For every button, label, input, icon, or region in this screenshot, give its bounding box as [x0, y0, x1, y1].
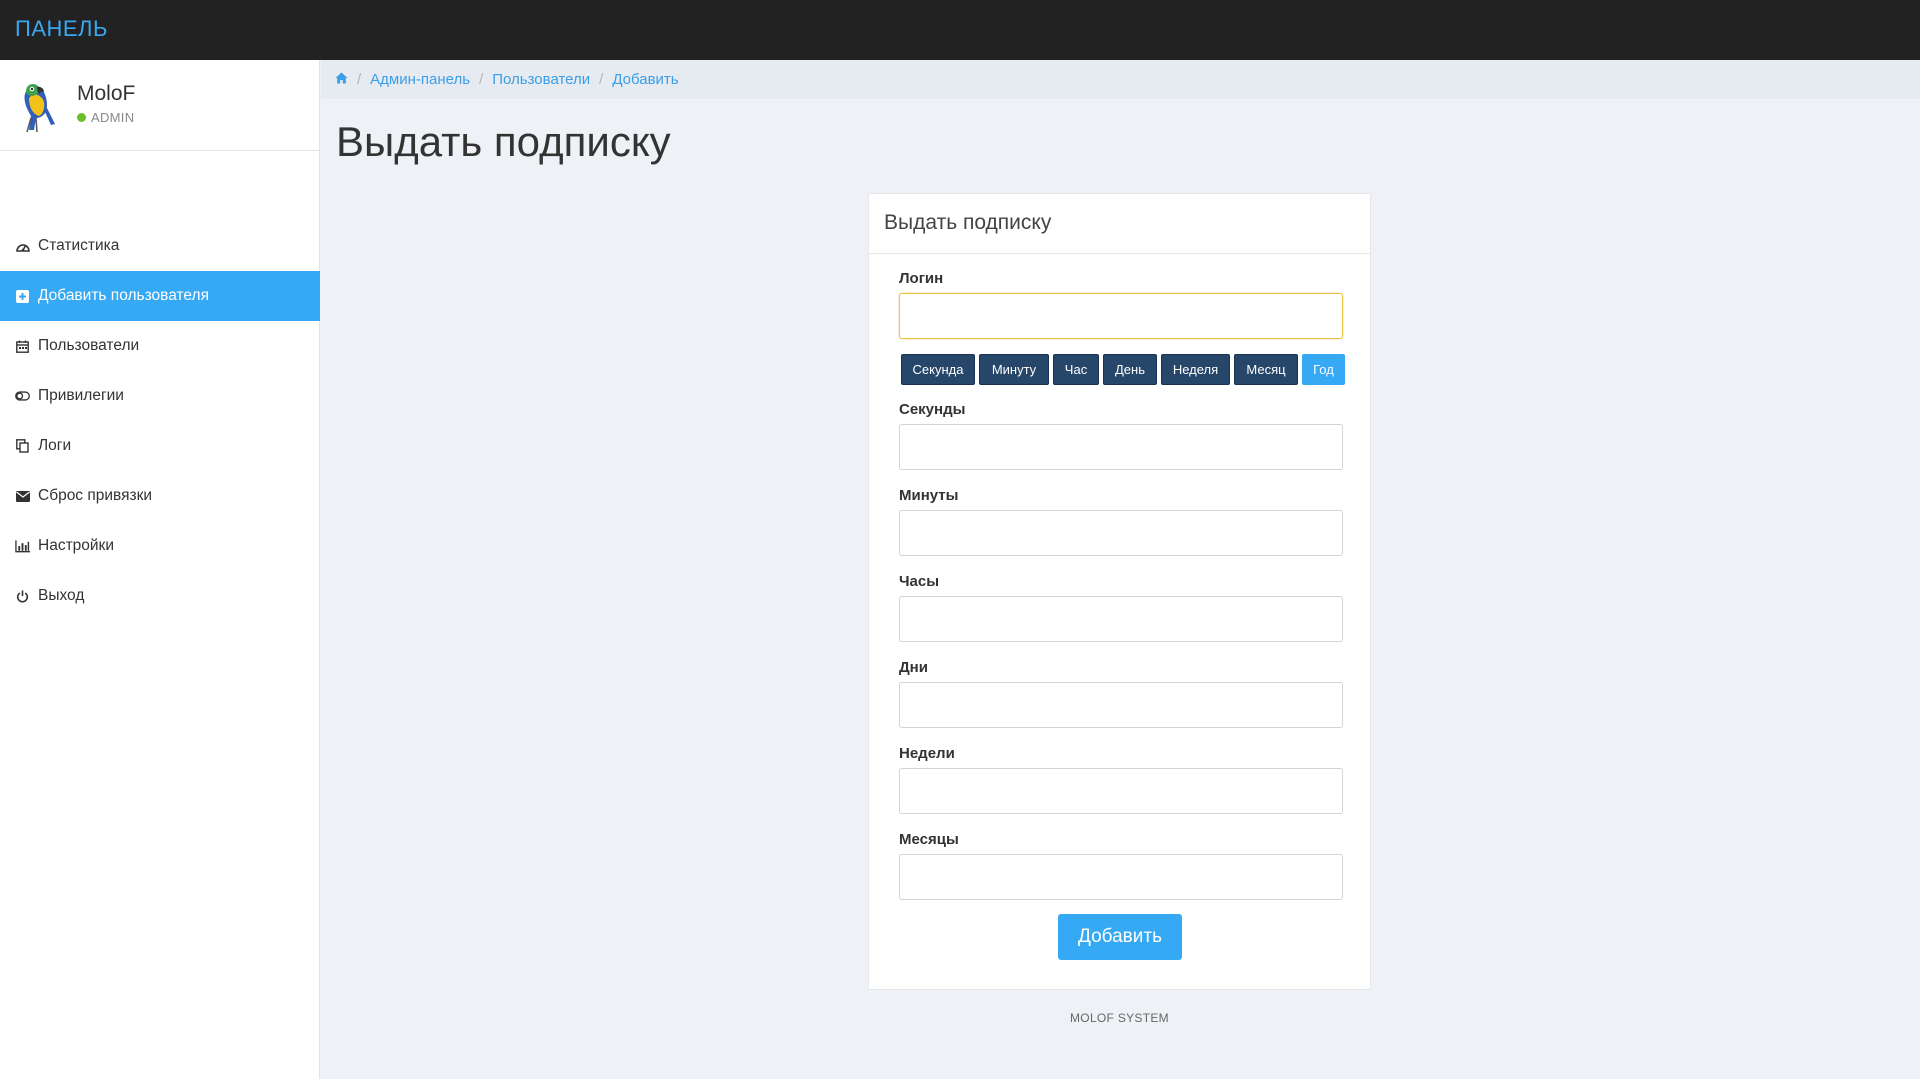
page-title: Выдать подписку [336, 118, 671, 165]
sidebar-item-label: Привилегии [38, 387, 124, 404]
login-input[interactable] [899, 293, 1343, 339]
add-button[interactable]: Добавить [1058, 914, 1182, 960]
unit-year-button[interactable]: Год [1302, 354, 1345, 385]
unit-minute-button[interactable]: Минуту [979, 354, 1049, 385]
months-label: Месяцы [899, 831, 959, 848]
avatar [17, 78, 61, 134]
sidebar-item-label: Добавить пользователя [38, 287, 209, 304]
unit-second-button[interactable]: Секунда [901, 354, 975, 385]
toggle-icon [15, 389, 30, 404]
envelope-icon [15, 489, 30, 504]
sidebar-item-privileges[interactable]: Привилегии [0, 371, 320, 421]
sidebar-item-label: Пользователи [38, 337, 140, 354]
breadcrumb-users[interactable]: Пользователи [492, 71, 590, 88]
subscription-form-card: Выдать подписку Логин Секунда Минуту Час… [868, 193, 1371, 990]
power-icon [15, 589, 30, 604]
sidebar-item-label: Выход [38, 587, 85, 604]
minutes-input[interactable] [899, 510, 1343, 556]
seconds-label: Секунды [899, 401, 966, 418]
sidebar-item-logout[interactable]: Выход [0, 571, 320, 621]
top-navbar: ПАНЕЛЬ [0, 0, 1920, 60]
sidebar-item-users[interactable]: Пользователи [0, 321, 320, 371]
unit-month-button[interactable]: Месяц [1234, 354, 1298, 385]
time-unit-buttons: Секунда Минуту Час День Неделя Месяц Год [901, 354, 1349, 385]
sidebar-item-label: Логи [38, 437, 72, 454]
sidebar-item-statistics[interactable]: Статистика [0, 221, 320, 271]
days-label: Дни [899, 659, 928, 676]
copy-icon [15, 439, 30, 454]
bar-chart-icon [15, 539, 30, 554]
login-label: Логин [899, 270, 944, 287]
breadcrumb-separator: / [357, 71, 362, 88]
breadcrumb-add[interactable]: Добавить [612, 71, 678, 88]
online-status-dot [77, 113, 86, 122]
seconds-input[interactable] [899, 424, 1343, 470]
minutes-label: Минуты [899, 487, 959, 504]
card-header: Выдать подписку [869, 194, 1370, 254]
home-icon[interactable] [335, 71, 348, 88]
sidebar-nav: Статистика Добавить пользователя Пользов… [0, 221, 320, 621]
footer-text: MOLOF SYSTEM [1070, 1011, 1169, 1025]
breadcrumb-bar: / Админ-панель / Пользователи / Добавить [321, 60, 1920, 99]
breadcrumb-separator: / [479, 71, 484, 88]
sidebar: MoloF ADMIN Статистика Добавить пользова… [0, 60, 320, 1079]
user-role-status: ADMIN [77, 110, 134, 125]
parrot-avatar-icon [24, 84, 55, 133]
sidebar-item-logs[interactable]: Логи [0, 421, 320, 471]
breadcrumb: / Админ-панель / Пользователи / Добавить [335, 71, 679, 88]
calendar-icon [15, 339, 30, 354]
unit-hour-button[interactable]: Час [1053, 354, 1099, 385]
breadcrumb-admin-panel[interactable]: Админ-панель [370, 71, 470, 88]
weeks-label: Недели [899, 745, 955, 762]
days-input[interactable] [899, 682, 1343, 728]
weeks-input[interactable] [899, 768, 1343, 814]
sidebar-item-label: Сброс привязки [38, 487, 153, 504]
unit-day-button[interactable]: День [1103, 354, 1157, 385]
card-title: Выдать подписку [884, 211, 1052, 234]
sidebar-item-add-user[interactable]: Добавить пользователя [0, 271, 320, 321]
hours-label: Часы [899, 573, 940, 590]
sidebar-item-label: Статистика [38, 237, 120, 254]
user-name: MoloF [77, 82, 136, 105]
dashboard-icon [15, 239, 30, 254]
brand-logo-text[interactable]: ПАНЕЛЬ [15, 16, 108, 42]
sidebar-item-label: Настройки [38, 537, 115, 554]
sidebar-item-settings[interactable]: Настройки [0, 521, 320, 571]
hours-input[interactable] [899, 596, 1343, 642]
plus-square-icon [15, 289, 30, 304]
user-panel: MoloF ADMIN [0, 60, 320, 151]
unit-week-button[interactable]: Неделя [1161, 354, 1230, 385]
user-role: ADMIN [91, 110, 135, 125]
months-input[interactable] [899, 854, 1343, 900]
sidebar-item-reset-binding[interactable]: Сброс привязки [0, 471, 320, 521]
breadcrumb-separator: / [599, 71, 604, 88]
